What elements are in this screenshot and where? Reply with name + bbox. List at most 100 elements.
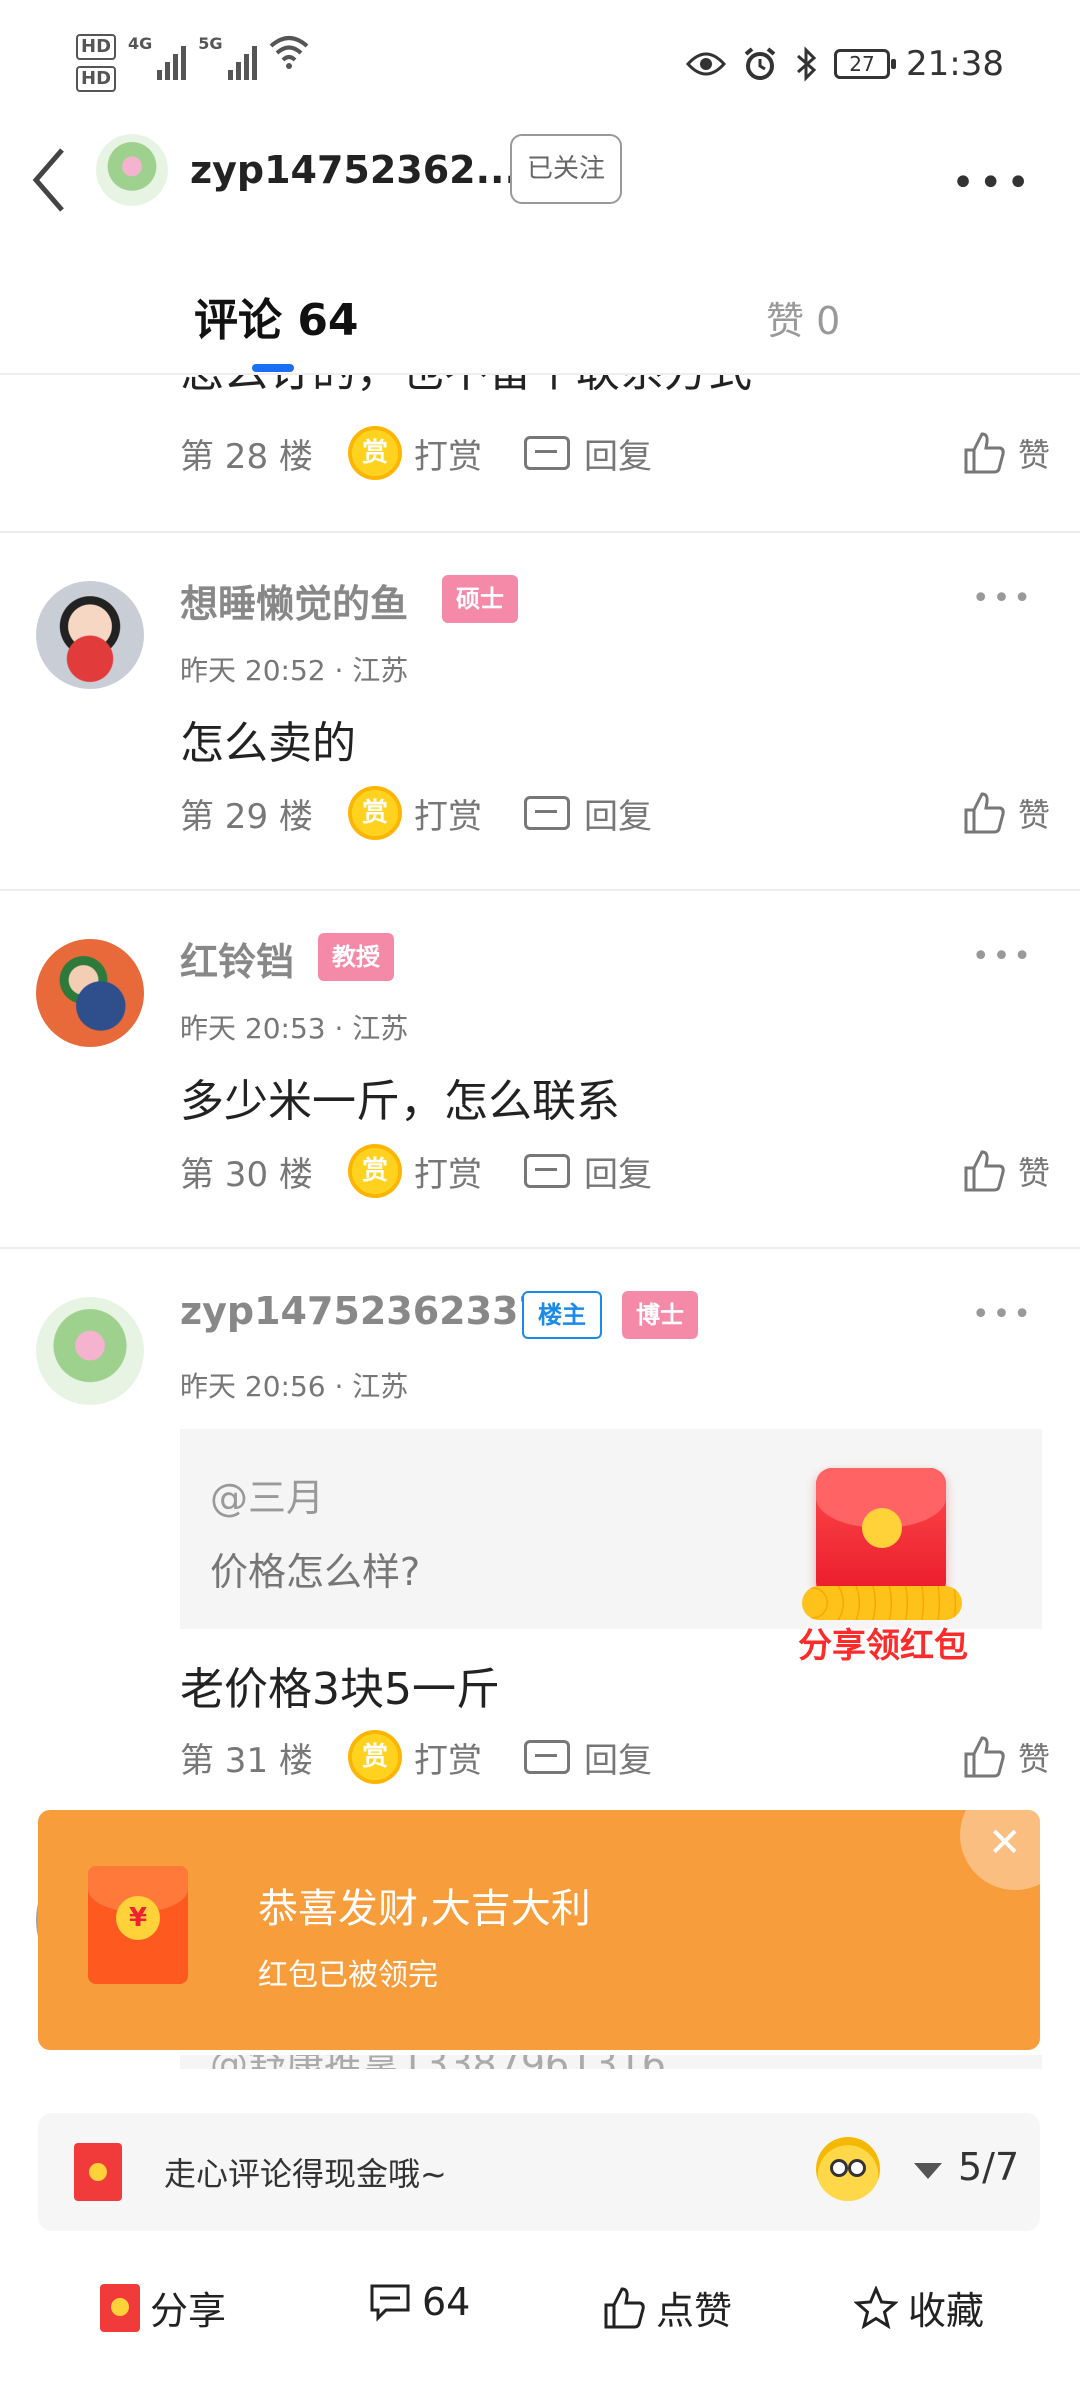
red-envelope-icon: ¥ <box>88 1866 188 1984</box>
reward-label: 打赏 <box>414 436 482 477</box>
emoji-icon[interactable] <box>816 2137 880 2201</box>
comment-input-bar[interactable]: 走心评论得现金哦~ 5/7 <box>38 2113 1040 2231</box>
page-indicator[interactable]: 5/7 <box>958 2145 1019 2189</box>
next-quote-text: @舒康推拿13387961316 <box>210 2055 666 2069</box>
coins-icon <box>802 1586 962 1620</box>
comment-tabs: 评论 64 赞 0 <box>0 270 1080 375</box>
like-label: 赞 <box>1017 796 1050 834</box>
like-post-button[interactable]: 点赞 <box>602 2280 732 2335</box>
like-post-label: 点赞 <box>656 2289 733 2333</box>
reward-coin-icon: 赏 <box>348 1144 402 1198</box>
thumbs-up-icon <box>964 1150 1005 1192</box>
comment-text: 怎么卖的 <box>180 718 356 769</box>
comment-actions-29: 第 29 楼 赏 打赏 回复 赞 <box>180 783 1050 843</box>
clock: 21:38 <box>906 44 1004 84</box>
like-label: 赞 <box>1017 1740 1050 1778</box>
user-avatar[interactable] <box>36 581 144 689</box>
sim1-hd-icon: HD <box>76 34 117 60</box>
reply-label: 回复 <box>584 1740 652 1781</box>
quoted-text: 价格怎么样? <box>210 1550 421 1594</box>
reply-label: 回复 <box>584 1154 652 1195</box>
reward-button[interactable]: 赏 打赏 <box>348 1730 524 1784</box>
floor-number: 第 29 楼 <box>180 796 313 837</box>
more-options-icon[interactable]: ••• <box>951 160 1034 206</box>
author-avatar[interactable] <box>96 134 168 206</box>
username[interactable]: 红铃铛 <box>180 931 294 986</box>
reply-button[interactable]: 回复 <box>524 1733 652 1782</box>
reward-button[interactable]: 赏 打赏 <box>348 1144 524 1198</box>
favorite-label: 收藏 <box>908 2289 985 2333</box>
share-red-envelope-label: 分享领红包 <box>798 1626 968 1666</box>
reply-label: 回复 <box>584 796 652 837</box>
comment-text-partial: 怎么订的，也不留个联系方式 <box>180 375 752 399</box>
toast-close-button[interactable]: ✕ <box>960 1810 1040 1890</box>
comment-more-icon[interactable]: ••• <box>972 581 1034 616</box>
reward-button[interactable]: 赏 打赏 <box>348 786 524 840</box>
host-badge: 楼主 <box>522 1291 602 1339</box>
comment-text: 老价格3块5一斤 <box>180 1664 500 1715</box>
page-dropdown-icon[interactable] <box>914 2163 942 2179</box>
tab-comments[interactable]: 评论 64 <box>194 284 359 348</box>
like-label: 赞 <box>1017 1154 1050 1192</box>
floor-number: 第 28 楼 <box>180 436 313 477</box>
red-envelope-seal <box>862 1508 902 1548</box>
divider <box>0 531 1080 533</box>
reply-icon <box>524 436 570 470</box>
yuan-coin-icon: ¥ <box>116 1896 160 1940</box>
user-avatar[interactable] <box>36 939 144 1047</box>
comment-actions-30: 第 30 楼 赏 打赏 回复 赞 <box>180 1141 1050 1201</box>
reply-icon <box>524 1154 570 1188</box>
comment-prompt-text: 走心评论得现金哦~ <box>164 2155 447 2193</box>
red-envelope-icon <box>74 2143 122 2201</box>
reward-coin-icon: 赏 <box>348 426 402 480</box>
tab-likes[interactable]: 赞 0 <box>766 290 840 345</box>
star-icon <box>854 2285 898 2329</box>
red-envelope-toast[interactable]: ¥ 恭喜发财,大吉大利 红包已被领完 ✕ <box>38 1810 1040 2050</box>
share-label: 分享 <box>150 2289 227 2333</box>
level-badge: 教授 <box>318 933 394 981</box>
post-header: zyp14752362... 已关注 ••• <box>0 130 1080 250</box>
reply-button[interactable]: 回复 <box>524 1147 652 1196</box>
reward-label: 打赏 <box>414 1740 482 1781</box>
comment-more-icon[interactable]: ••• <box>972 1297 1034 1332</box>
like-button[interactable]: 赞 <box>962 790 1050 836</box>
reply-button[interactable]: 回复 <box>524 789 652 838</box>
reply-button[interactable]: 回复 <box>524 429 652 478</box>
signal-4g-icon: 4G <box>128 34 187 80</box>
level-badge: 硕士 <box>442 575 518 623</box>
comment-time: 昨天 20:52 · 江苏 <box>180 654 409 687</box>
comment-actions-31: 第 31 楼 赏 打赏 回复 赞 <box>180 1727 1050 1787</box>
reply-label: 回复 <box>584 436 652 477</box>
user-avatar[interactable] <box>36 1297 144 1405</box>
comments-button[interactable]: 64 <box>368 2280 470 2324</box>
reply-icon <box>524 796 570 830</box>
battery-icon: 27 <box>834 49 897 79</box>
back-arrow-icon[interactable] <box>26 140 76 220</box>
share-button[interactable]: 分享 <box>100 2280 226 2335</box>
sim2-hd-icon: HD <box>76 66 117 92</box>
username[interactable]: 想睡懒觉的鱼 <box>180 573 408 628</box>
username[interactable]: zyp14752362337 <box>180 1289 545 1333</box>
like-label: 赞 <box>1017 436 1050 474</box>
comment-more-icon[interactable]: ••• <box>972 939 1034 974</box>
toast-title: 恭喜发财,大吉大利 <box>258 1886 591 1932</box>
favorite-button[interactable]: 收藏 <box>854 2280 984 2335</box>
author-name[interactable]: zyp14752362... <box>190 148 519 192</box>
thumbs-up-icon <box>964 792 1005 834</box>
quoted-user: @三月 <box>210 1476 325 1520</box>
divider <box>0 1247 1080 1249</box>
red-envelope-share-icon <box>100 2283 140 2332</box>
reward-label: 打赏 <box>414 1154 482 1195</box>
tab-active-indicator <box>252 364 294 372</box>
like-button[interactable]: 赞 <box>962 1734 1050 1780</box>
like-button[interactable]: 赞 <box>962 430 1050 476</box>
like-button[interactable]: 赞 <box>962 1148 1050 1194</box>
reward-button[interactable]: 赏 打赏 <box>348 426 524 480</box>
comment-time: 昨天 20:53 · 江苏 <box>180 1012 409 1045</box>
comment-actions-28: 第 28 楼 赏 打赏 回复 赞 <box>180 423 1050 483</box>
thumbs-up-icon <box>604 2286 645 2328</box>
follow-button[interactable]: 已关注 <box>510 134 622 204</box>
bluetooth-icon <box>797 46 817 82</box>
share-red-envelope-widget[interactable]: 分享领红包 <box>768 1428 998 1668</box>
eye-icon <box>686 52 727 76</box>
